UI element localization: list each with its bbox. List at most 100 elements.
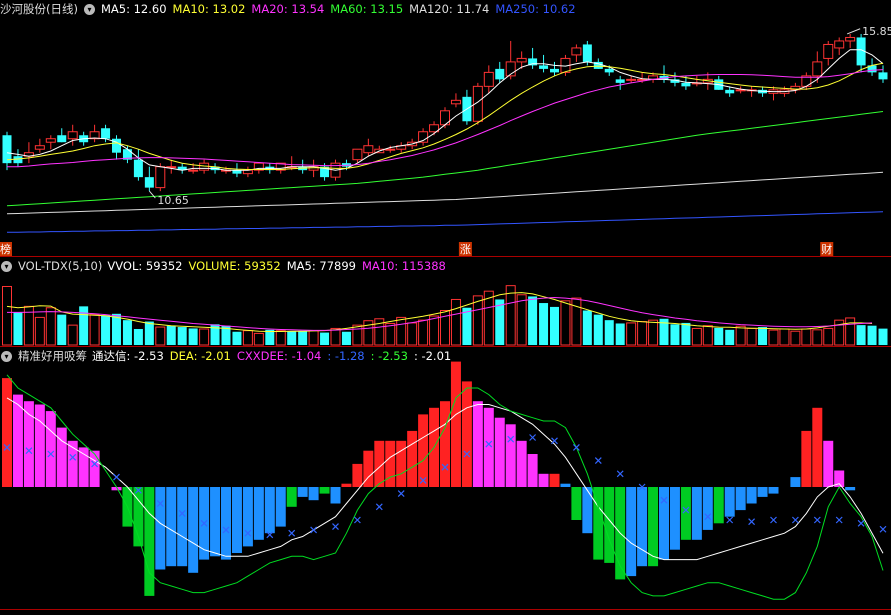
- volume-bar: [790, 330, 801, 346]
- volume-bar: [637, 321, 648, 346]
- event-marker-0: 榜: [0, 242, 11, 256]
- volume-bar: [758, 327, 768, 345]
- ma-legend-item: MA20: 13.54: [251, 2, 325, 16]
- volume-indicator-title: VOL-TDX(5,10): [18, 259, 103, 273]
- indicator-bar: [297, 487, 308, 497]
- candle-body: [582, 44, 592, 62]
- ma-legend-item: MA5: 12.60: [100, 2, 167, 16]
- indicator-bar: [713, 487, 724, 524]
- volume-bar: [242, 330, 253, 346]
- volume-bar: [867, 325, 877, 345]
- volume-bar: [505, 285, 516, 346]
- indicator-bar: [845, 487, 856, 491]
- candle-body: [352, 148, 363, 161]
- dea-marker: [353, 516, 361, 524]
- volume-bar: [516, 294, 527, 346]
- volume-bar: [232, 331, 242, 345]
- indicator-bar: [582, 487, 593, 534]
- volume-panel[interactable]: [2, 285, 888, 346]
- dea-marker: [857, 519, 865, 527]
- volume-bar: [13, 312, 23, 345]
- ma-legend-item: MA250: 10.62: [495, 2, 576, 16]
- ind-legend-item: : -2.53: [370, 349, 408, 363]
- indicator-bar: [790, 477, 801, 487]
- volume-bar: [878, 328, 888, 345]
- volume-bar: [385, 322, 396, 346]
- indicator-bar: [341, 483, 352, 487]
- indicator-bar: [210, 487, 221, 557]
- candle-body: [516, 57, 527, 63]
- main-ma-legend: MA5: 12.60 MA10: 13.02 MA20: 13.54 MA60: 13…: [101, 1, 576, 17]
- annotations: 15.85 10.65 榜 涨 财: [0, 25, 891, 256]
- event-marker-75: 财: [821, 242, 832, 256]
- volume-bar: [122, 320, 132, 345]
- dea-marker: [375, 503, 383, 511]
- volume-legend: VVOL: 59352 VOLUME: 59352 MA5: 77899 MA10: …: [107, 258, 445, 274]
- dea-marker: [113, 473, 120, 481]
- price-candlestick-panel[interactable]: [2, 33, 888, 233]
- dea-marker: [529, 434, 537, 441]
- indicator-bar: [308, 487, 319, 501]
- indicator-bar: [330, 487, 341, 504]
- indicator-bar: [396, 440, 407, 487]
- dea-marker: [551, 437, 558, 445]
- candle-body: [550, 68, 559, 73]
- volume-bar: [57, 314, 67, 345]
- volume-bar: [112, 313, 121, 345]
- indicator-bar: [659, 487, 669, 560]
- volume-bar: [593, 314, 603, 345]
- vol-legend-item: VOLUME: 59352: [188, 259, 281, 273]
- volume-bar: [615, 323, 625, 345]
- ma-legend-item: MA10: 13.02: [172, 2, 246, 16]
- volume-menu-icon[interactable]: ▾: [1, 260, 12, 272]
- candle-body: [34, 145, 45, 150]
- candle-body: [823, 43, 834, 59]
- indicator-bar: [89, 450, 100, 487]
- candle-body: [812, 61, 823, 77]
- volume-bar: [648, 319, 659, 346]
- indicator-bar: [516, 440, 527, 487]
- volume-bar: [67, 324, 78, 346]
- expand-menu-icon[interactable]: ▾: [83, 3, 95, 15]
- volume-bar: [582, 310, 592, 345]
- dea-marker: [332, 523, 339, 531]
- chart-canvas[interactable]: 15.85 10.65 榜 涨 财: [0, 0, 891, 615]
- vol-legend-item: MA10: 115388: [361, 259, 446, 273]
- candle-body: [67, 131, 78, 140]
- indicator-bar: [680, 487, 691, 540]
- indicator-bar: [177, 487, 188, 567]
- volume-bar: [34, 316, 45, 346]
- volume-bar: [177, 327, 187, 345]
- ind-legend-item: CXXDEE: -1.04: [236, 349, 322, 363]
- volume-bar: [2, 285, 12, 346]
- indicator-menu-icon[interactable]: ▾: [1, 350, 12, 362]
- candle-body: [155, 166, 166, 189]
- volume-bar: [735, 325, 746, 346]
- dea-marker: [310, 526, 318, 534]
- ma-legend-item: MA60: 13.15: [330, 2, 404, 16]
- indicator-title: 精准好用吸筹: [18, 349, 87, 363]
- volume-bar: [450, 298, 461, 346]
- ma-line-ma250: [7, 211, 884, 233]
- indicator-bar: [538, 473, 549, 487]
- volume-bar: [89, 314, 100, 346]
- candle-body: [539, 65, 549, 69]
- dea-marker: [288, 529, 296, 537]
- indicator-bar: [702, 487, 713, 530]
- indicator-bar: [494, 417, 505, 487]
- indicator-bar: [45, 411, 56, 487]
- candle-body: [101, 128, 111, 139]
- indicator-bar: [527, 454, 538, 487]
- main-panel-header: 沙河股份(日线) ▾ MA5: 12.60 MA10: 13.02 MA20: 13…: [0, 1, 576, 17]
- high-price-label: 15.85: [862, 25, 891, 38]
- indicator-panel[interactable]: [2, 361, 887, 600]
- candle-body: [483, 71, 494, 87]
- indicator-bar: [472, 401, 483, 487]
- volume-bar: [725, 329, 735, 345]
- volume-bar: [856, 325, 866, 345]
- candle-body: [626, 78, 637, 81]
- indicator-bar: [407, 430, 418, 487]
- indicator-bar: [724, 487, 735, 517]
- candle-body: [495, 68, 505, 80]
- stock-chart-window[interactable]: 15.85 10.65 榜 涨 财 沙河股份(日线) ▾ MA5: 12.60 MA10:…: [0, 0, 891, 615]
